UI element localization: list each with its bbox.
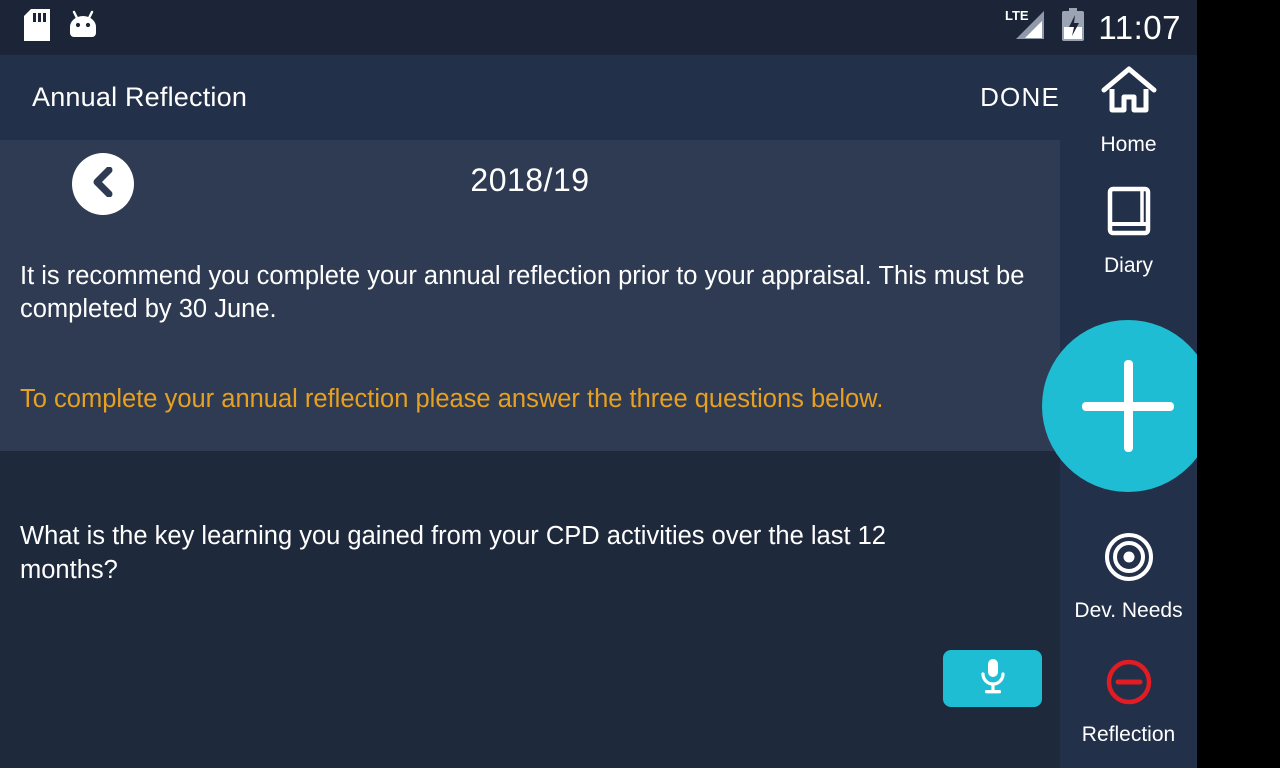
instruction-text: To complete your annual reflection pleas… xyxy=(20,385,884,413)
main-content: 2018/19 It is recommend you complete you… xyxy=(0,140,1060,768)
lte-signal-icon: LTE xyxy=(1004,7,1048,48)
question-text: What is the key learning you gained from… xyxy=(20,522,886,584)
target-icon xyxy=(1104,532,1154,587)
status-bar-notifications xyxy=(0,9,99,46)
sd-card-icon xyxy=(24,9,50,46)
year-label: 2018/19 xyxy=(470,162,590,198)
nav-item-dev-needs[interactable]: Dev. Needs xyxy=(1060,532,1197,623)
battery-charging-icon xyxy=(1061,8,1085,47)
nav-item-reflection[interactable]: Reflection xyxy=(1060,658,1197,747)
android-icon xyxy=(67,9,99,46)
book-icon xyxy=(1106,185,1152,242)
svg-text:LTE: LTE xyxy=(1005,8,1029,23)
status-bar: LTE 11:07 xyxy=(0,0,1197,55)
microphone-button[interactable] xyxy=(943,650,1042,707)
nav-label-reflection: Reflection xyxy=(1081,723,1176,746)
question-block: What is the key learning you gained from… xyxy=(0,451,1060,636)
phone-screen: LTE 11:07 Annual Reflection DONE 2018/19… xyxy=(0,0,1197,768)
minus-circle-icon xyxy=(1105,658,1153,711)
nav-item-home[interactable]: Home xyxy=(1060,64,1197,157)
status-bar-system: LTE 11:07 xyxy=(1004,7,1197,48)
intro-body-text: It is recommend you complete your annual… xyxy=(20,262,1025,323)
microphone-icon xyxy=(976,656,1010,701)
home-icon xyxy=(1100,64,1158,121)
plus-icon xyxy=(1082,360,1174,452)
nav-label-diary: Diary xyxy=(1103,254,1153,277)
app-bar: Annual Reflection DONE xyxy=(0,55,1197,140)
nav-item-diary[interactable]: Diary xyxy=(1060,185,1197,278)
nav-label-dev-needs: Dev. Needs xyxy=(1074,599,1183,622)
letterbox-right xyxy=(1197,0,1280,768)
intro-panel: 2018/19 It is recommend you complete you… xyxy=(0,140,1060,451)
nav-label-home: Home xyxy=(1100,133,1157,156)
clock-label: 11:07 xyxy=(1098,9,1181,46)
page-title: Annual Reflection xyxy=(32,82,248,112)
